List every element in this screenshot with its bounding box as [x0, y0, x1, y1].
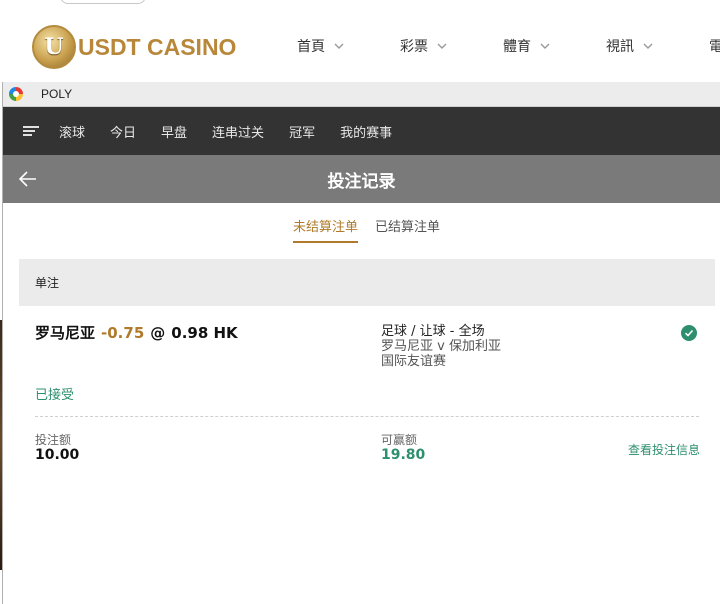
window-titlebar[interactable]: POLY: [3, 82, 720, 107]
bet-type-header: 单注: [19, 259, 715, 306]
tab-settled[interactable]: 已结算注单: [375, 216, 440, 235]
tab-my-events[interactable]: 我的赛事: [340, 122, 392, 141]
page: U USDT CASINO 首頁 彩票 體育 視訊 電 POLY 滚球 今日 早…: [0, 0, 720, 604]
bet-market-info: 足球 / 让球 - 全场 罗马尼亚 v 保加利亚 国际友谊赛: [381, 324, 501, 369]
tab-today[interactable]: 今日: [110, 122, 136, 141]
at-symbol: @: [150, 324, 166, 342]
tab-early[interactable]: 早盘: [161, 122, 187, 141]
site-nav-home[interactable]: 首頁: [297, 36, 400, 56]
page-header: 投注记录: [3, 155, 720, 203]
site-nav-lottery[interactable]: 彩票: [400, 36, 503, 56]
payout-value: 19.80: [381, 447, 426, 463]
divider: [35, 416, 699, 417]
site-nav-electronic[interactable]: 電: [709, 36, 720, 56]
bet-league: 国际友谊赛: [381, 354, 447, 369]
bet-status: 已接受: [35, 388, 75, 403]
payout-label: 可赢额: [381, 433, 418, 447]
site-nav-sports[interactable]: 體育: [503, 36, 606, 56]
chevron-down-icon: [540, 43, 550, 49]
logo-coin-icon: U: [32, 25, 76, 69]
chevron-down-icon: [437, 43, 447, 49]
bet-market: 足球 / 让球 - 全场: [381, 324, 485, 339]
bet-card: 罗马尼亚 -0.75 @0.98 HK 足球 / 让球 - 全场 罗马尼亚 v 保加…: [3, 306, 720, 466]
chevron-down-icon: [334, 43, 344, 49]
bet-match: 罗马尼亚 v 保加利亚: [381, 339, 501, 354]
popup-window: POLY 滚球 今日 早盘 连串过关 冠军 我的赛事 投注记录 未结算注单 已结…: [2, 82, 720, 604]
bet-type-label: 单注: [35, 276, 60, 290]
menu-button[interactable]: [3, 107, 59, 155]
hamburger-icon: [23, 126, 39, 136]
view-bet-details-link[interactable]: 查看投注信息: [628, 441, 700, 458]
check-icon: [681, 325, 697, 341]
stake-label: 投注额: [35, 433, 72, 447]
site-nav-live[interactable]: 視訊: [606, 36, 709, 56]
sports-nav: 滚球 今日 早盘 连串过关 冠军 我的赛事: [3, 107, 720, 155]
page-title: 投注记录: [327, 171, 396, 192]
bet-odds: 0.98 HK: [171, 324, 238, 342]
chevron-down-icon: [643, 43, 653, 49]
active-tab-underline: [293, 241, 359, 243]
bet-selection-line: 罗马尼亚 -0.75 @0.98 HK: [35, 322, 238, 343]
site-header: U USDT CASINO 首頁 彩票 體育 視訊 電: [0, 0, 720, 82]
tab-parlay[interactable]: 连串过关: [212, 122, 264, 141]
browser-icon: [9, 87, 23, 101]
site-nav: 首頁 彩票 體育 視訊 電: [297, 36, 720, 56]
window-title: POLY: [41, 87, 73, 101]
logo-text: USDT CASINO: [78, 33, 237, 60]
site-logo[interactable]: U USDT CASINO: [32, 24, 236, 70]
address-pill: [60, 0, 146, 4]
bet-handicap: -0.75: [101, 324, 145, 342]
back-arrow-icon[interactable]: [17, 168, 39, 190]
stake-value: 10.00: [35, 447, 80, 463]
tab-outright[interactable]: 冠军: [289, 122, 315, 141]
record-tabs: 未结算注单 已结算注单: [3, 203, 720, 259]
bet-selection: 罗马尼亚: [35, 324, 96, 342]
tab-in-play[interactable]: 滚球: [59, 122, 85, 141]
tab-unsettled[interactable]: 未结算注单: [293, 216, 359, 243]
